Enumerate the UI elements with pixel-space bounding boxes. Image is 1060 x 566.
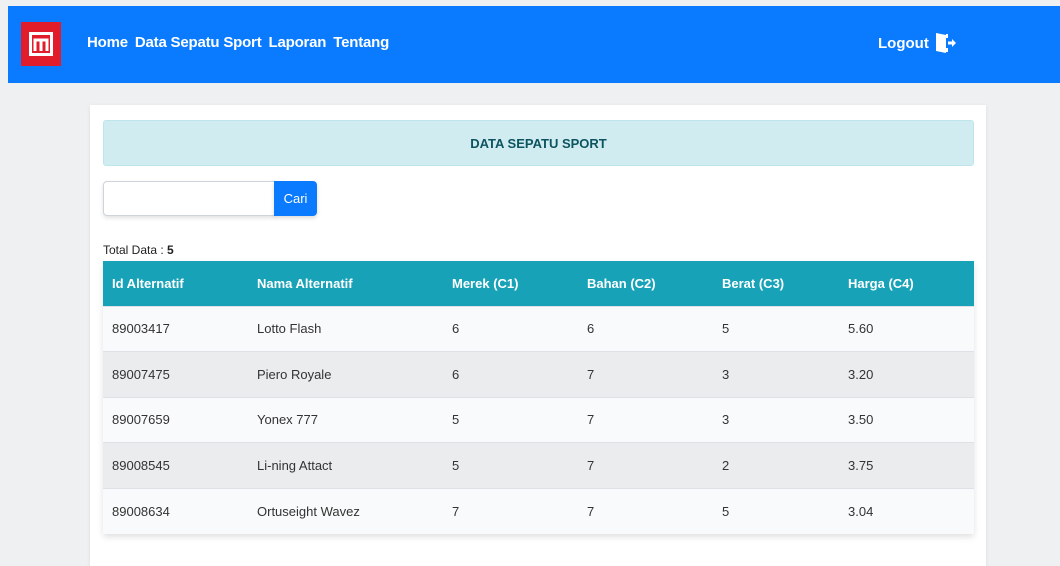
cell-harga: 3.75 (839, 442, 974, 488)
cell-harga: 3.50 (839, 396, 974, 443)
total-data: Total Data : 5 (103, 243, 174, 257)
nav-home[interactable]: Home (87, 34, 128, 51)
logout-button[interactable]: Logout (878, 32, 956, 54)
cell-merek: 6 (443, 305, 578, 352)
cell-berat: 5 (713, 487, 839, 534)
data-table: Id Alternatif Nama Alternatif Merek (C1)… (103, 261, 974, 534)
search-input[interactable] (103, 181, 275, 216)
cell-merek: 7 (443, 487, 578, 534)
header-merek: Merek (C1) (452, 275, 519, 291)
nav-links: Home Data Sepatu Sport Laporan Tentang (87, 34, 389, 51)
cell-id: 89007659 (103, 396, 248, 443)
cell-berat: 3 (713, 396, 839, 443)
nav-laporan[interactable]: Laporan (269, 34, 327, 51)
header-bahan: Bahan (C2) (587, 275, 656, 291)
cell-merek: 5 (443, 396, 578, 443)
logout-door-icon (935, 33, 956, 53)
cell-harga: 3.20 (839, 351, 974, 397)
table-row: 89008634 Ortuseight Wavez 7 7 5 3.04 (103, 487, 974, 534)
cell-id: 89008634 (103, 487, 248, 534)
table-row: 89003417 Lotto Flash 6 6 5 5.60 (103, 305, 974, 352)
brand-logo[interactable] (21, 22, 61, 66)
content-card: DATA SEPATU SPORT Cari Total Data : 5 Id… (90, 105, 986, 566)
page-title-banner: DATA SEPATU SPORT (103, 120, 974, 166)
nav-data-sepatu-sport[interactable]: Data Sepatu Sport (135, 34, 262, 51)
cell-merek: 6 (443, 351, 578, 397)
cell-id: 89003417 (103, 305, 248, 352)
cell-harga: 5.60 (839, 305, 974, 352)
cell-berat: 5 (713, 305, 839, 352)
table-row: 89008545 Li-ning Attact 5 7 2 3.75 (103, 442, 974, 488)
cell-berat: 2 (713, 442, 839, 488)
header-id-alternatif: Id Alternatif (112, 275, 184, 291)
cell-bahan: 7 (578, 442, 713, 488)
cell-bahan: 6 (578, 305, 713, 352)
table-row: 89007475 Piero Royale 6 7 3 3.20 (103, 351, 974, 397)
cell-harga: 3.04 (839, 487, 974, 534)
header-berat: Berat (C3) (722, 275, 785, 291)
cell-nama: Ortuseight Wavez (248, 487, 443, 534)
top-navbar: Home Data Sepatu Sport Laporan Tentang L… (8, 6, 1060, 83)
page-title: DATA SEPATU SPORT (470, 135, 607, 151)
cell-merek: 5 (443, 442, 578, 488)
nav-tentang[interactable]: Tentang (333, 34, 389, 51)
cell-id: 89007475 (103, 351, 248, 397)
m-logo-icon (29, 32, 53, 56)
data-table-container: Id Alternatif Nama Alternatif Merek (C1)… (103, 261, 974, 534)
cell-bahan: 7 (578, 487, 713, 534)
cell-nama: Yonex 777 (248, 396, 443, 443)
header-nama-alternatif: Nama Alternatif (257, 275, 353, 291)
total-value: 5 (167, 243, 174, 257)
cell-id: 89008545 (103, 442, 248, 488)
cell-bahan: 7 (578, 396, 713, 443)
cell-nama: Lotto Flash (248, 305, 443, 352)
cell-berat: 3 (713, 351, 839, 397)
cell-nama: Li-ning Attact (248, 442, 443, 488)
table-header-row: Id Alternatif Nama Alternatif Merek (C1)… (103, 261, 974, 306)
header-harga: Harga (C4) (848, 275, 914, 291)
total-label: Total Data : (103, 243, 164, 257)
logout-label: Logout (878, 34, 929, 52)
search-button[interactable]: Cari (274, 181, 317, 216)
cell-bahan: 7 (578, 351, 713, 397)
cell-nama: Piero Royale (248, 351, 443, 397)
table-row: 89007659 Yonex 777 5 7 3 3.50 (103, 396, 974, 443)
